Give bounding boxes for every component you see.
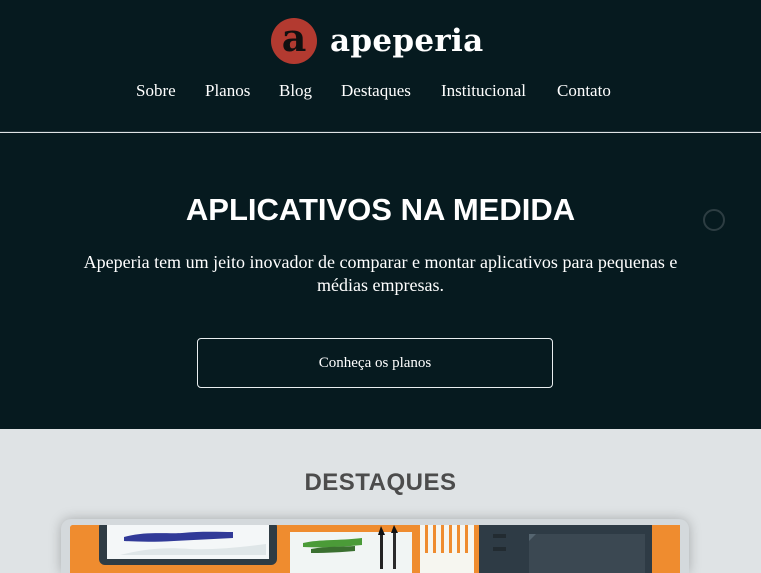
brand-name: apeperia — [330, 23, 484, 59]
nav-link-planos[interactable]: Planos — [205, 80, 250, 102]
hero-section: APLICATIVOS NA MEDIDA Apeperia tem um je… — [0, 133, 761, 429]
hero-title: APLICATIVOS NA MEDIDA — [185, 192, 576, 227]
art-supplies-illustration — [70, 525, 680, 573]
hero-description: Apeperia tem um jeito inovador de compar… — [83, 252, 678, 295]
featured-title: DESTAQUES — [304, 469, 457, 496]
plans-button[interactable]: Conheça os planos — [197, 338, 553, 388]
site-header: a apeperia Sobre Planos Blog Destaques I… — [0, 0, 761, 132]
nav-link-institucional[interactable]: Institucional — [441, 80, 526, 102]
main-navigation: Sobre Planos Blog Destaques Instituciona… — [0, 80, 761, 104]
nav-link-contato[interactable]: Contato — [557, 80, 611, 102]
nav-link-sobre[interactable]: Sobre — [136, 80, 176, 102]
nav-link-blog[interactable]: Blog — [279, 80, 312, 102]
featured-card[interactable] — [61, 519, 689, 573]
brand-logo-icon: a — [271, 18, 317, 64]
brand-logo-link[interactable]: a apeperia — [271, 18, 483, 64]
featured-section: DESTAQUES — [0, 429, 761, 573]
nav-link-destaques[interactable]: Destaques — [341, 80, 411, 102]
featured-image — [70, 525, 680, 573]
slider-dot-icon[interactable] — [703, 209, 725, 231]
